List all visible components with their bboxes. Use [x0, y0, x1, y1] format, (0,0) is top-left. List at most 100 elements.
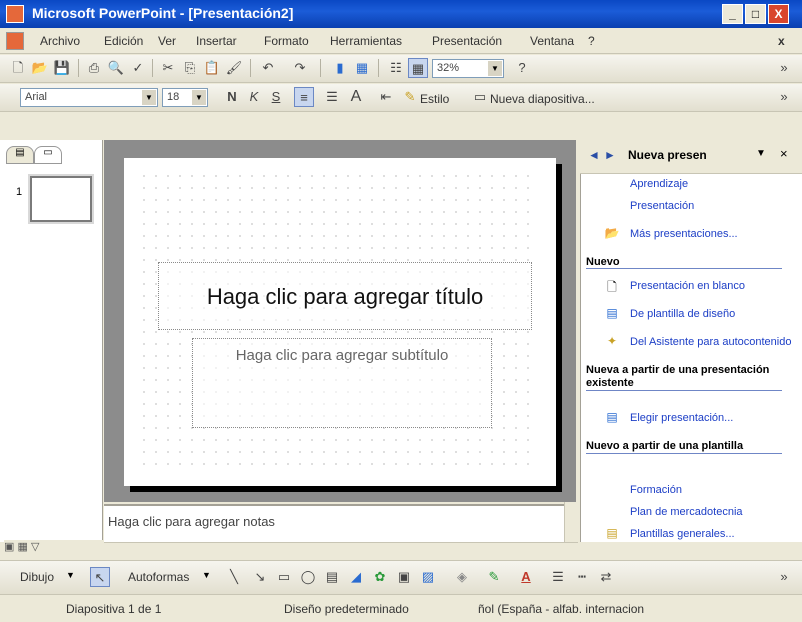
autoshapes-menu-button[interactable]: Autoformas	[128, 570, 189, 584]
italic-button[interactable]: K	[244, 87, 264, 107]
new-slide-button[interactable]: Nueva diapositiva...	[490, 92, 595, 106]
chevron-down-icon[interactable]: ▼	[756, 148, 766, 159]
chevron-down-icon[interactable]: ▼	[488, 61, 502, 76]
new-slide-icon[interactable]: ▭	[470, 87, 490, 107]
menu-bar: Archivo Edición Ver Insertar Formato Her…	[0, 28, 802, 54]
chevron-down-icon[interactable]: ▼	[192, 90, 206, 105]
rectangle-icon[interactable]: ▭	[274, 567, 294, 587]
toolbar-options-icon[interactable]: »	[774, 87, 794, 107]
arrow-icon[interactable]: ↘	[250, 567, 270, 587]
decrease-indent-icon[interactable]: ⇤	[376, 87, 396, 107]
toolbar-options-icon[interactable]: »	[774, 567, 794, 587]
menu-formato[interactable]: Formato	[264, 34, 309, 48]
clipart-icon[interactable]: ▣	[394, 567, 414, 587]
line-color-icon[interactable]: ✎	[484, 567, 504, 587]
close-button[interactable]: X	[768, 4, 789, 24]
menu-ventana[interactable]: Ventana	[530, 34, 574, 48]
forward-icon[interactable]: ►	[604, 148, 616, 162]
maximize-button[interactable]: □	[745, 4, 766, 24]
link-plantillas-generales[interactable]: Plantillas generales...	[630, 528, 735, 540]
formatting-toolbar: Arial ▼ 18 ▼ N K S ≡ ☰ A ⇤ ✎ Estilo ▭ Nu…	[0, 84, 802, 112]
picture-icon[interactable]: ▨	[418, 567, 438, 587]
bullets-icon[interactable]: ☰	[322, 87, 342, 107]
spelling-icon[interactable]: ✓	[128, 58, 148, 78]
menu-ayuda[interactable]: ?	[588, 34, 595, 48]
horizontal-scrollbar[interactable]	[104, 542, 578, 558]
diagram-icon[interactable]: ✿	[370, 567, 390, 587]
link-formacion[interactable]: Formación	[630, 484, 682, 496]
line-style-icon[interactable]: ☰	[548, 567, 568, 587]
link-presentacion-blanco[interactable]: Presentación en blanco	[630, 280, 745, 292]
font-color-icon[interactable]: A	[516, 567, 536, 587]
menu-edicion[interactable]: Edición	[104, 34, 143, 48]
subtitle-placeholder[interactable]: Haga clic para agregar subtítulo	[192, 338, 492, 428]
notes-scrollbar[interactable]	[564, 502, 578, 542]
wordart-icon[interactable]: ◢	[346, 567, 366, 587]
link-asistente[interactable]: Del Asistente para autocontenido	[630, 336, 800, 348]
sorter-view-icon[interactable]: ▦	[17, 541, 27, 553]
undo-icon[interactable]: ↶	[258, 58, 278, 78]
menu-insertar[interactable]: Insertar	[196, 34, 237, 48]
link-elegir-presentacion[interactable]: Elegir presentación...	[630, 412, 733, 424]
save-icon[interactable]: 💾	[52, 58, 72, 78]
oval-icon[interactable]: ◯	[298, 567, 318, 587]
tab-slides[interactable]: ▭	[34, 146, 62, 164]
insert-chart-icon[interactable]: ▮	[330, 58, 350, 78]
fill-color-icon[interactable]: ◈	[452, 567, 472, 587]
new-icon[interactable]: 🗋	[8, 58, 28, 78]
close-task-pane-icon[interactable]: ×	[780, 146, 788, 161]
slide-number: 1	[16, 186, 23, 198]
notes-pane[interactable]: Haga clic para agregar notas	[104, 504, 564, 542]
help-icon[interactable]: ?	[512, 58, 532, 78]
paste-icon[interactable]: 📋	[202, 58, 222, 78]
cut-icon[interactable]: ✂	[158, 58, 178, 78]
menu-presentacion[interactable]: Presentación	[432, 34, 502, 48]
align-center-icon[interactable]: ≡	[294, 87, 314, 107]
font-size-combo[interactable]: 18 ▼	[162, 88, 208, 107]
show-grid-icon[interactable]: ▦	[408, 58, 428, 78]
dash-style-icon[interactable]: ┅	[572, 567, 592, 587]
copy-icon[interactable]: ⎘	[180, 58, 200, 78]
open-icon[interactable]: 📂	[30, 58, 50, 78]
expand-all-icon[interactable]: ☷	[386, 58, 406, 78]
line-icon[interactable]: ╲	[224, 567, 244, 587]
bold-button[interactable]: N	[222, 87, 242, 107]
zoom-combo[interactable]: 32% ▼	[432, 59, 504, 78]
underline-button[interactable]: S	[266, 87, 286, 107]
menu-archivo[interactable]: Archivo	[40, 34, 80, 48]
design-icon[interactable]: ✎	[400, 87, 420, 107]
toolbar-options-icon[interactable]: »	[774, 58, 794, 78]
slideshow-view-icon[interactable]: ▽	[31, 541, 39, 553]
textbox-icon[interactable]: ▤	[322, 567, 342, 587]
print-icon[interactable]: ⎙	[84, 58, 104, 78]
design-template-icon: ▤	[606, 306, 618, 320]
insert-table-icon[interactable]: ▦	[352, 58, 372, 78]
chevron-down-icon[interactable]: ▼	[142, 90, 156, 105]
document-icon[interactable]	[6, 32, 24, 50]
increase-font-icon[interactable]: A	[346, 87, 366, 107]
link-plantilla-diseno[interactable]: De plantilla de diseño	[630, 308, 735, 320]
title-placeholder[interactable]: Haga clic para agregar título	[158, 262, 532, 330]
powerpoint-icon[interactable]	[6, 5, 24, 23]
arrow-style-icon[interactable]: ⇄	[596, 567, 616, 587]
minimize-button[interactable]: _	[722, 4, 743, 24]
draw-menu-button[interactable]: Dibujo	[20, 570, 54, 584]
design-button[interactable]: Estilo	[420, 92, 449, 106]
format-painter-icon[interactable]: 🖌	[224, 58, 244, 78]
link-plan-mercadotecnia[interactable]: Plan de mercadotecnia	[630, 506, 743, 518]
wizard-icon: ✦	[606, 334, 618, 348]
link-presentacion[interactable]: Presentación	[630, 200, 694, 212]
back-icon[interactable]: ◄	[588, 148, 600, 162]
link-aprendizaje[interactable]: Aprendizaje	[630, 178, 688, 190]
slide-thumbnail[interactable]	[28, 174, 94, 224]
close-document-button[interactable]: x	[778, 34, 785, 48]
tab-outline[interactable]: ▤	[6, 146, 34, 164]
select-objects-icon[interactable]: ↖	[90, 567, 110, 587]
redo-icon[interactable]: ↷	[290, 58, 310, 78]
link-mas-presentaciones[interactable]: Más presentaciones...	[630, 228, 738, 240]
menu-ver[interactable]: Ver	[158, 34, 176, 48]
font-combo[interactable]: Arial ▼	[20, 88, 158, 107]
print-preview-icon[interactable]: 🔍	[106, 58, 126, 78]
menu-herramientas[interactable]: Herramientas	[330, 34, 402, 48]
normal-view-icon[interactable]: ▣	[4, 541, 14, 553]
